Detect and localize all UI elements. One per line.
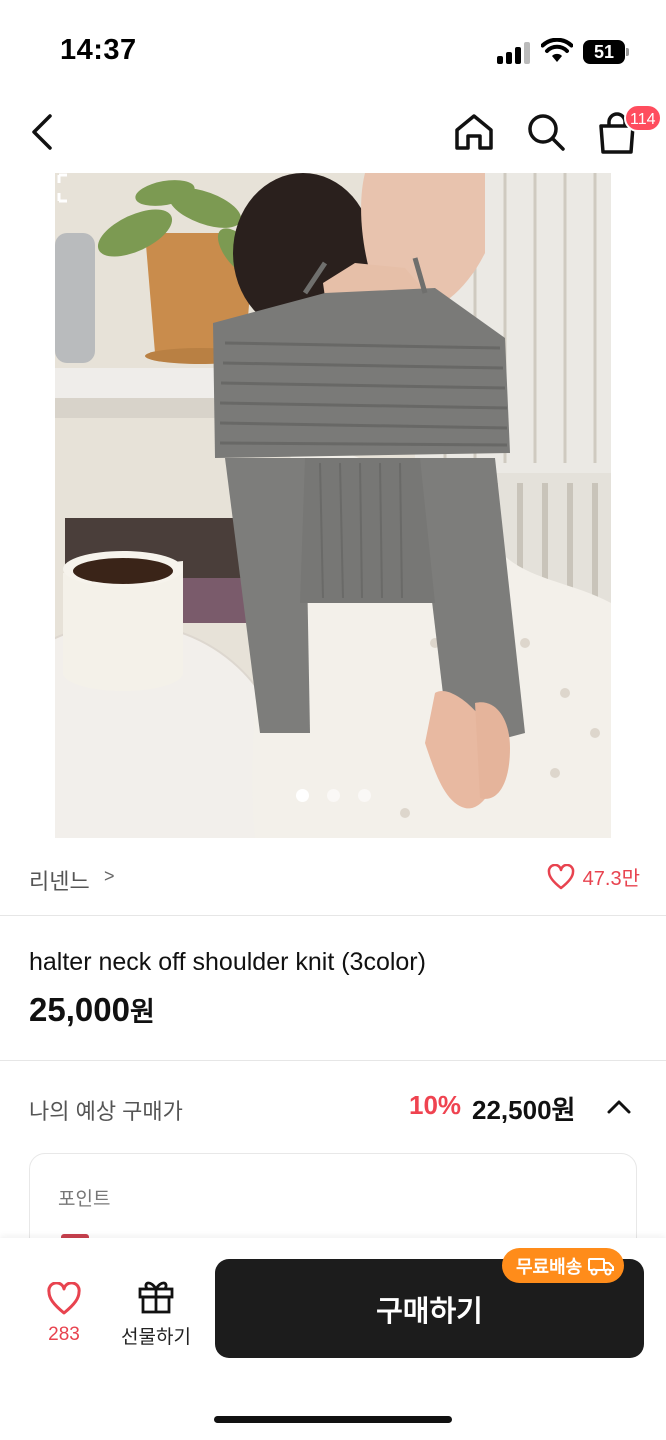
- battery-level: 51: [593, 42, 615, 62]
- home-indicator: [214, 1416, 452, 1423]
- gallery-pagination: [55, 789, 611, 802]
- top-nav-bar: [0, 100, 666, 170]
- gallery-dot[interactable]: [326, 789, 340, 802]
- heart-icon: [47, 1282, 81, 1315]
- product-name: halter neck off shoulder knit (3color): [29, 948, 426, 976]
- status-bar: 14:37 51: [0, 0, 666, 100]
- expected-price-label: 나의 예상 구매가: [29, 1099, 183, 1124]
- home-icon[interactable]: [452, 110, 496, 154]
- cart-count-badge: 114: [624, 104, 662, 132]
- divider: [0, 1060, 666, 1061]
- gift-icon: [138, 1281, 174, 1314]
- like-count: 47.3만: [582, 868, 640, 890]
- gallery-dot[interactable]: [357, 789, 371, 802]
- product-photo: [55, 173, 611, 838]
- product-image-gallery[interactable]: [55, 173, 611, 838]
- divider: [0, 915, 666, 916]
- product-price: 25,000원: [29, 990, 155, 1029]
- truck-icon: [588, 1257, 615, 1275]
- discount-rate: 10%: [409, 1090, 462, 1120]
- wishlist-button[interactable]: 283: [34, 1278, 94, 1348]
- gift-label: 선물하기: [121, 1327, 191, 1348]
- like-button[interactable]: 47.3만: [547, 862, 640, 891]
- price-unit: 원: [129, 997, 155, 1027]
- wifi-icon: [541, 38, 573, 62]
- points-title: 포인트: [58, 1189, 111, 1210]
- back-icon[interactable]: [24, 110, 64, 154]
- cellular-signal-icon: [497, 42, 533, 64]
- gift-button[interactable]: 선물하기: [114, 1274, 198, 1350]
- brand-name[interactable]: 리넨느: [29, 864, 90, 896]
- free-shipping-badge: 무료배송: [502, 1248, 625, 1283]
- bottom-action-bar: 283 선물하기 구매하기 무료배송: [0, 1238, 666, 1440]
- free-shipping-label: 무료배송: [516, 1256, 583, 1277]
- expected-price-row[interactable]: 나의 예상 구매가 10% 22,500원: [0, 1084, 666, 1134]
- expected-price-value: 22,500원: [472, 1095, 576, 1125]
- price-value: 25,000: [29, 991, 130, 1028]
- chevron-up-icon[interactable]: [604, 1096, 634, 1118]
- battery-icon: 51: [583, 40, 629, 64]
- heart-icon: [547, 863, 574, 889]
- search-icon[interactable]: [524, 110, 568, 154]
- gallery-dot[interactable]: [295, 789, 309, 802]
- status-time: 14:37: [60, 34, 137, 66]
- wishlist-count: 283: [48, 1324, 80, 1345]
- brand-row[interactable]: 리넨느 > 47.3만: [0, 852, 666, 904]
- brand-chevron-icon: >: [104, 866, 115, 886]
- expand-icon[interactable]: [55, 173, 69, 203]
